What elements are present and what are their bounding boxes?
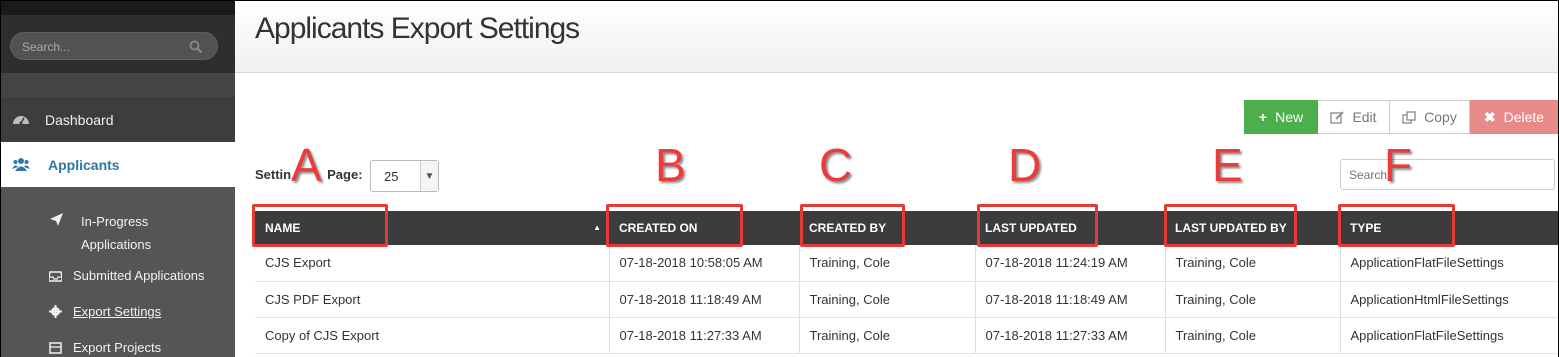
copy-button[interactable]: Copy [1390,100,1470,134]
annotation-box-a [252,204,388,247]
nav-applicants-label: Applicants [48,156,120,173]
per-page-select[interactable]: 25 ▼ [370,160,439,192]
inbox-icon [49,271,62,282]
table-row[interactable]: Copy of CJS Export 07-18-2018 11:27:33 A… [255,317,1558,354]
submenu-item-in-progress[interactable]: In-Progress Applications [81,210,151,256]
cell-last-updated: 07-18-2018 11:18:49 AM [975,281,1166,318]
users-icon [12,158,30,171]
cell-created-by: Training, Cole [799,245,976,282]
per-page-label-start: Settin [255,167,292,182]
cell-last-updated-by: Training, Cole [1165,281,1341,318]
edit-icon [1330,110,1345,124]
cell-created-by: Training, Cole [799,317,976,354]
nav-item-applicants[interactable]: Applicants [1,142,235,187]
page-title: Applicants Export Settings [255,12,580,45]
cell-last-updated-by: Training, Cole [1165,317,1341,354]
cell-created-by: Training, Cole [799,281,976,318]
new-button[interactable]: + New [1244,100,1318,134]
applicants-submenu: In-Progress Applications Submitted Appli… [1,187,235,357]
sidebar-divider [1,73,235,97]
annotation-box-d [977,204,1098,247]
table-row[interactable]: CJS PDF Export 07-18-2018 11:18:49 AM Tr… [255,281,1558,318]
sidebar-search-placeholder: Search... [22,40,71,54]
sidebar-search-area: Search... [1,1,235,73]
sort-asc-icon: ▲ [593,223,601,232]
annotation-letter-f: F [1384,139,1413,191]
annotation-box-e [1164,204,1297,247]
annotation-letter-e: E [1212,139,1243,191]
search-icon[interactable] [189,40,203,54]
cell-type: ApplicationHtmlFileSettings [1340,281,1558,318]
edit-button-label: Edit [1352,109,1377,125]
copy-button-label: Copy [1424,109,1457,125]
cell-name: Copy of CJS Export [255,317,610,354]
sidebar-search-input[interactable]: Search... [10,32,218,60]
cell-last-updated: 07-18-2018 11:24:19 AM [975,245,1166,282]
per-page-value: 25 [384,169,399,184]
cell-last-updated: 07-18-2018 11:27:33 AM [975,317,1166,354]
projects-icon [49,342,62,354]
in-progress-line2: Applications [81,237,152,252]
annotation-box-c [800,204,905,247]
cell-name: CJS Export [255,245,610,282]
delete-button[interactable]: ✖ Delete [1470,100,1558,134]
cell-type: ApplicationFlatFileSettings [1340,245,1558,282]
cell-created-on: 07-18-2018 11:27:33 AM [609,317,800,354]
in-progress-line1: In-Progress [81,214,149,229]
delete-button-label: Delete [1503,109,1545,125]
sidebar: Search... Dashboard Applicants In-Progre… [1,1,235,357]
cell-type: ApplicationFlatFileSettings [1340,317,1558,354]
annotation-box-f [1338,204,1455,247]
cell-created-on: 07-18-2018 10:58:05 AM [609,245,800,282]
nav-dashboard-label: Dashboard [45,111,114,128]
dashboard-icon [13,116,29,125]
edit-button[interactable]: Edit [1318,100,1390,134]
paper-plane-icon [50,213,63,226]
copy-icon [1402,110,1416,124]
page-header: Applicants Export Settings [235,1,1558,73]
annotation-letter-a: A [291,139,322,191]
table-row[interactable]: CJS Export 07-18-2018 10:58:05 AM Traini… [255,245,1558,282]
annotation-letter-c: C [819,139,853,191]
cell-created-on: 07-18-2018 11:18:49 AM [609,281,800,318]
per-page-label-end: Page: [327,167,363,182]
table-search-input[interactable] [1340,159,1555,190]
gear-icon [49,305,62,318]
submenu-item-export-projects[interactable]: Export Projects [73,340,161,355]
nav-item-dashboard[interactable]: Dashboard [1,97,235,142]
annotation-letter-b: B [655,139,686,191]
plus-icon: + [1258,109,1268,125]
toolbar: + New Edit Copy ✖ Delete [1244,100,1558,134]
chevron-down-icon: ▼ [420,161,438,191]
annotation-letter-d: D [1008,139,1042,191]
submenu-item-submitted[interactable]: Submitted Applications [73,268,205,283]
cell-name: CJS PDF Export [255,281,610,318]
annotation-box-b [606,204,743,247]
close-icon: ✖ [1483,108,1496,125]
new-button-label: New [1275,109,1304,125]
submenu-item-export-settings[interactable]: Export Settings [73,304,161,319]
sidebar-top-strip [1,1,235,15]
cell-last-updated-by: Training, Cole [1165,245,1341,282]
